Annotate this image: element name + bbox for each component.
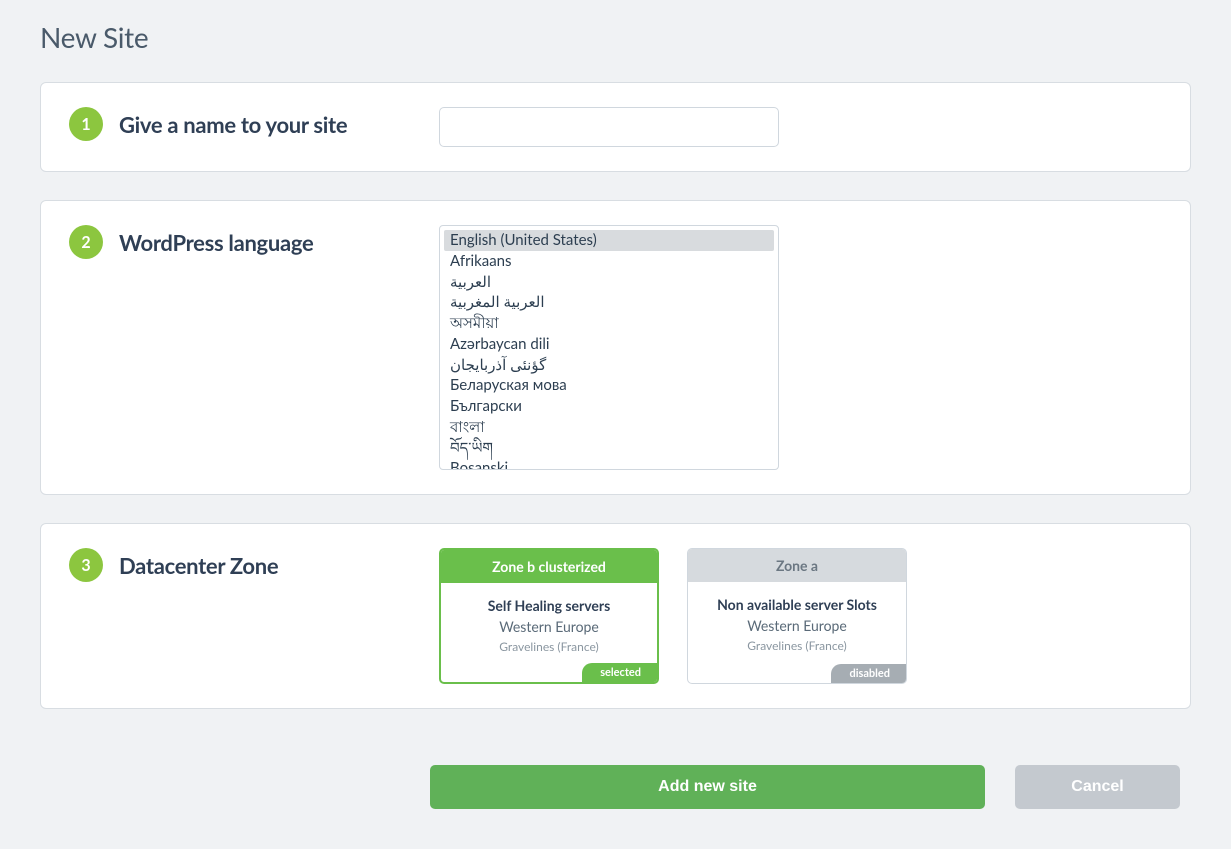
- zone-card: Zone a Non available server Slots Western …: [687, 548, 907, 684]
- zone-card-region: Western Europe: [696, 617, 898, 634]
- language-option[interactable]: Azərbaycan dili: [444, 334, 774, 355]
- language-option[interactable]: Afrikaans: [444, 251, 774, 272]
- step-badge-2: 2: [69, 225, 103, 259]
- zone-card-tag: selected: [582, 663, 657, 682]
- zone-card-location: Gravelines (France): [696, 638, 898, 653]
- step-card-language: 2 WordPress language English (United Sta…: [40, 200, 1191, 495]
- step-title-name: Give a name to your site: [119, 111, 347, 138]
- language-option[interactable]: বাংলা: [444, 417, 774, 438]
- language-option[interactable]: བོད་ཡིག: [444, 438, 774, 459]
- language-option[interactable]: العربية المغربية: [444, 292, 774, 313]
- zone-card-region: Western Europe: [449, 618, 649, 635]
- language-option[interactable]: অসমীয়া: [444, 313, 774, 334]
- zone-card-header: Zone a: [688, 549, 906, 582]
- zone-card-subtitle: Non available server Slots: [696, 596, 898, 613]
- zone-card-subtitle: Self Healing servers: [449, 597, 649, 614]
- language-option[interactable]: العربية: [444, 272, 774, 293]
- cancel-button[interactable]: Cancel: [1015, 765, 1180, 809]
- step-title-zone: Datacenter Zone: [119, 552, 278, 579]
- language-option[interactable]: Bosanski: [444, 458, 774, 469]
- site-name-input[interactable]: [439, 107, 779, 147]
- zone-card[interactable]: Zone b clusterized Self Healing servers We…: [439, 548, 659, 684]
- page-title: New Site: [40, 20, 1191, 54]
- step-title-language: WordPress language: [119, 229, 313, 256]
- footer-actions: Add new site Cancel: [430, 765, 1191, 809]
- zone-card-header: Zone b clusterized: [441, 550, 657, 583]
- add-new-site-button[interactable]: Add new site: [430, 765, 985, 809]
- language-option[interactable]: Беларуская мова: [444, 375, 774, 396]
- step-card-zone: 3 Datacenter Zone Zone b clusterized Self…: [40, 523, 1191, 709]
- language-option[interactable]: Български: [444, 396, 774, 417]
- language-option[interactable]: گؤنئی آذربایجان: [444, 355, 774, 376]
- language-select[interactable]: English (United States)Afrikaansالعربيةا…: [439, 225, 779, 470]
- zone-card-location: Gravelines (France): [449, 639, 649, 654]
- step-card-name: 1 Give a name to your site: [40, 82, 1191, 172]
- zone-card-tag: disabled: [831, 664, 906, 683]
- step-badge-3: 3: [69, 548, 103, 582]
- language-option[interactable]: English (United States): [444, 230, 774, 251]
- step-badge-1: 1: [69, 107, 103, 141]
